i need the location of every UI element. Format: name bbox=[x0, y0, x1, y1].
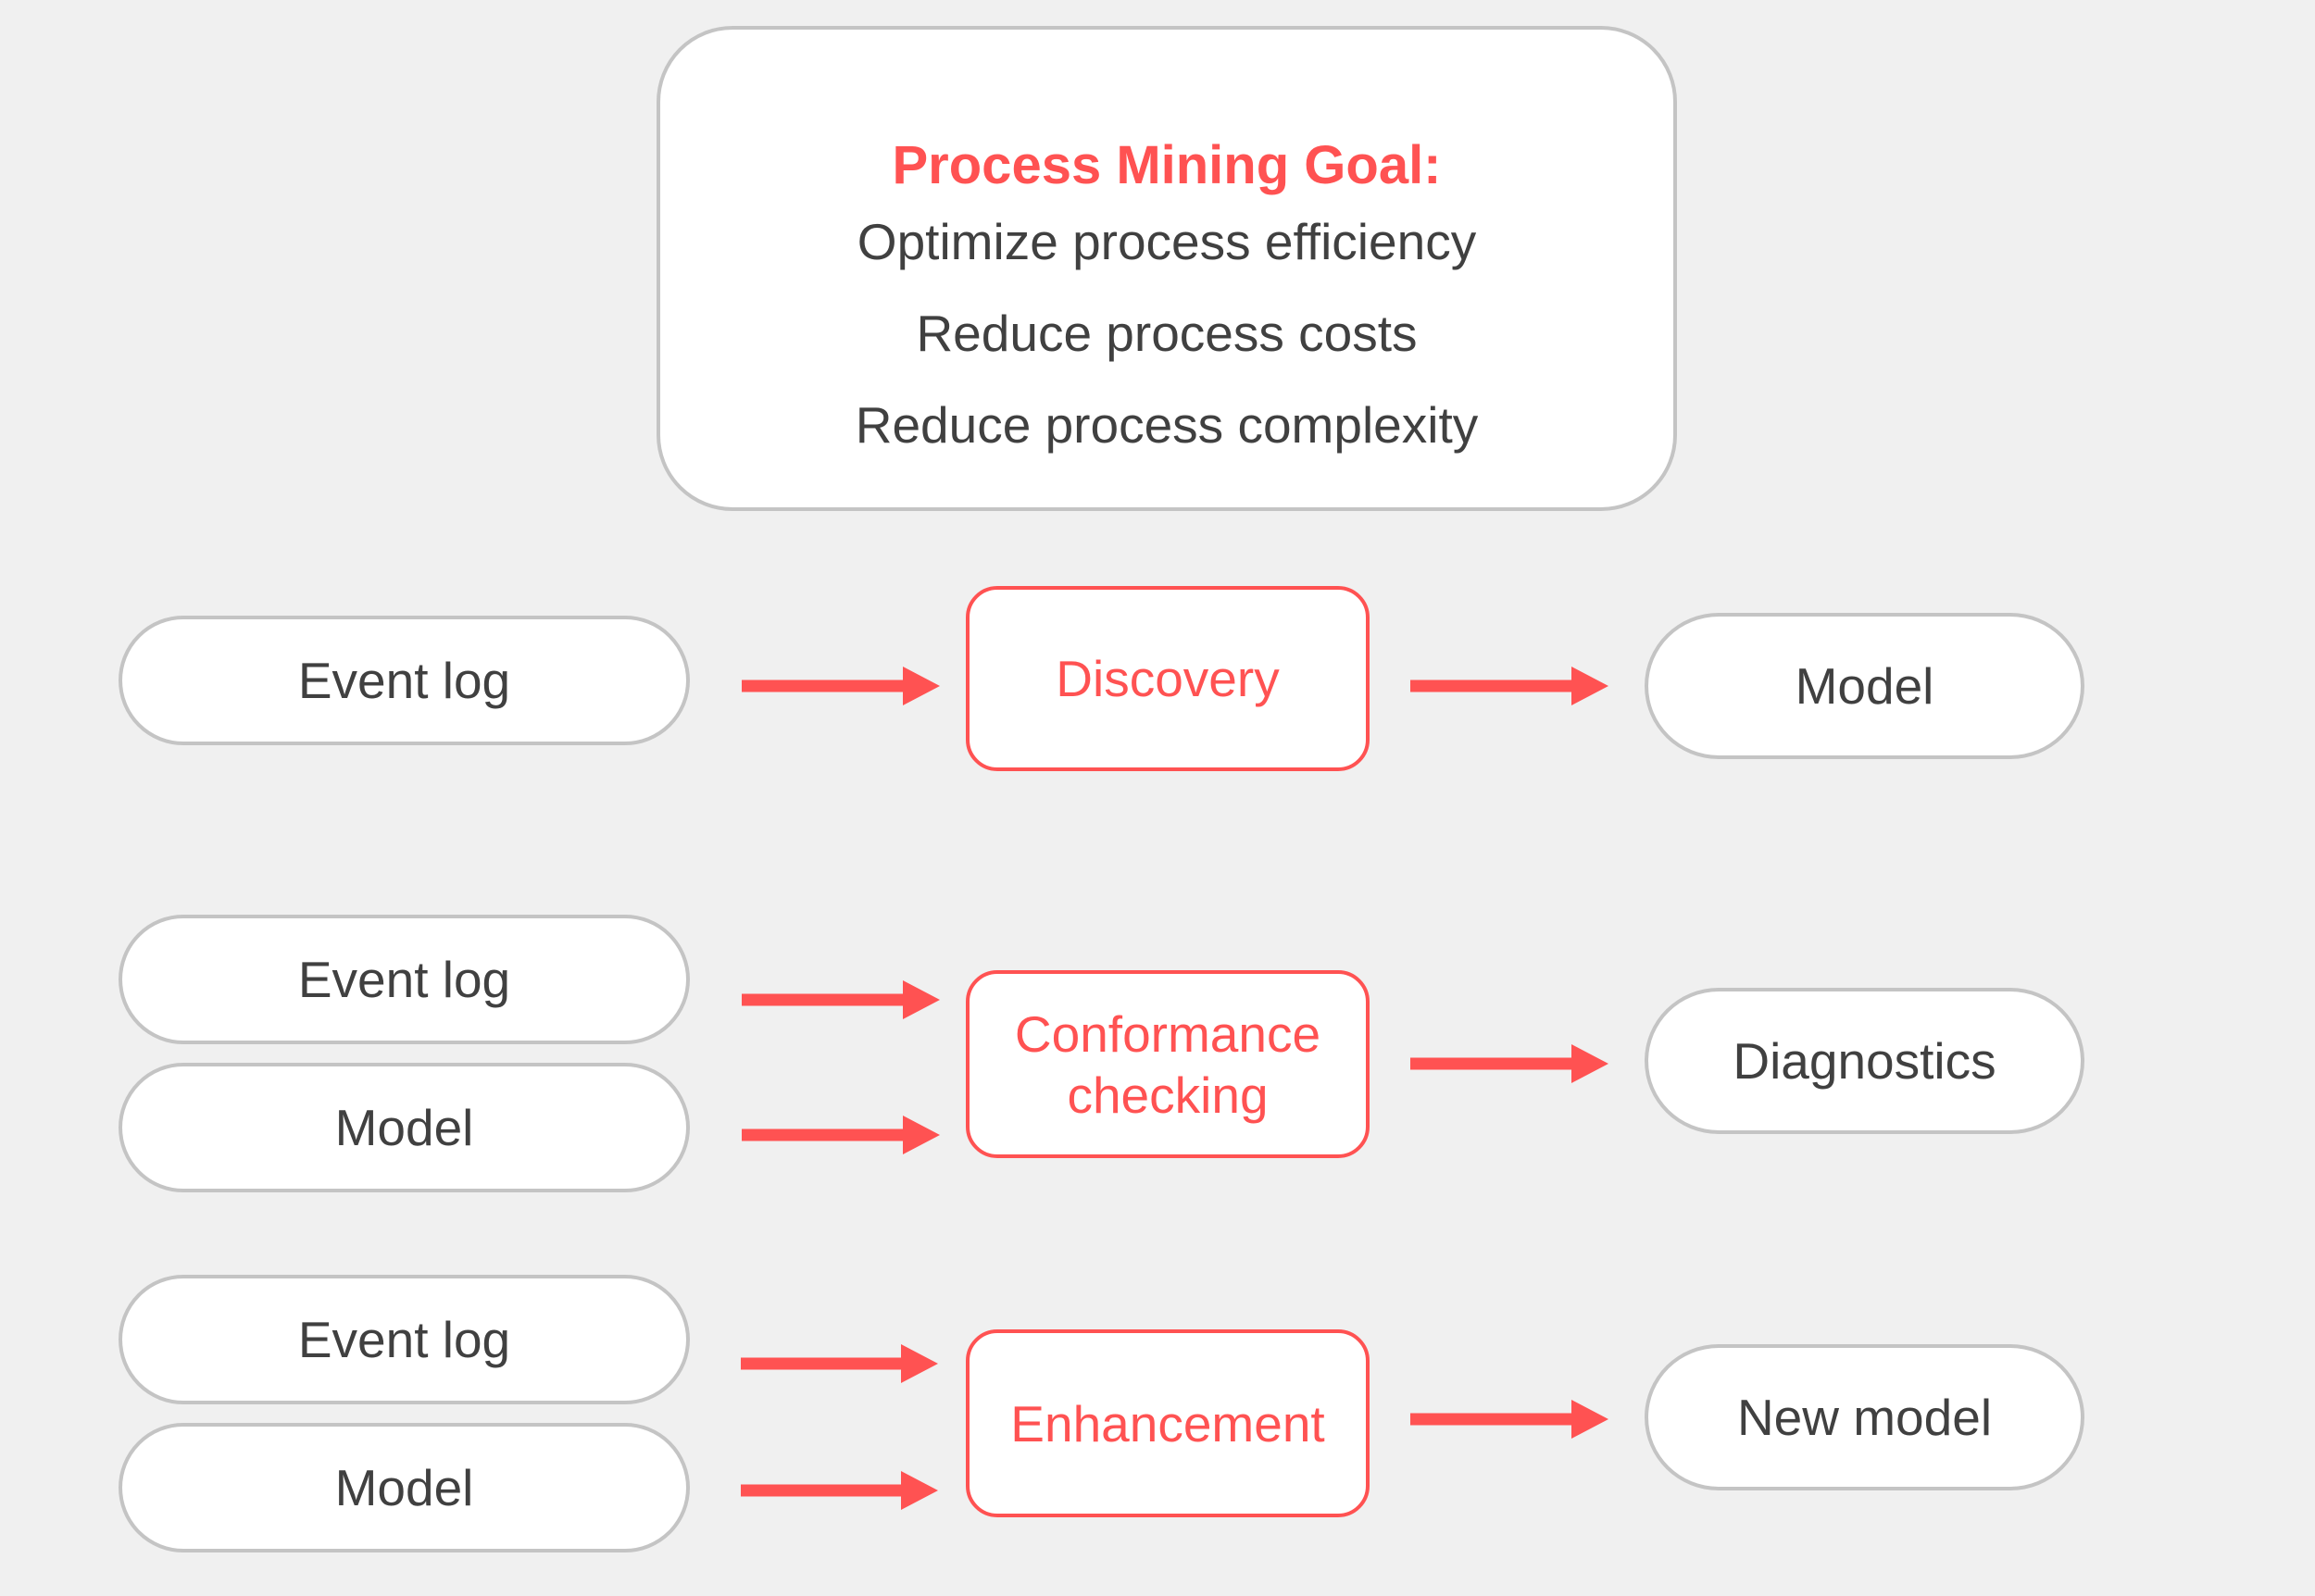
arrow-right-icon bbox=[741, 1344, 938, 1383]
arrow-right-icon bbox=[1410, 1044, 1608, 1083]
arrow-right-icon bbox=[741, 1471, 938, 1510]
arrow-right-icon bbox=[1410, 667, 1608, 705]
arrow-right-icon bbox=[1410, 1400, 1608, 1439]
arrow-right-icon bbox=[742, 667, 940, 705]
arrows-layer bbox=[741, 667, 1608, 1510]
arrow-right-icon bbox=[742, 980, 940, 1019]
arrow-right-icon bbox=[742, 1116, 940, 1154]
